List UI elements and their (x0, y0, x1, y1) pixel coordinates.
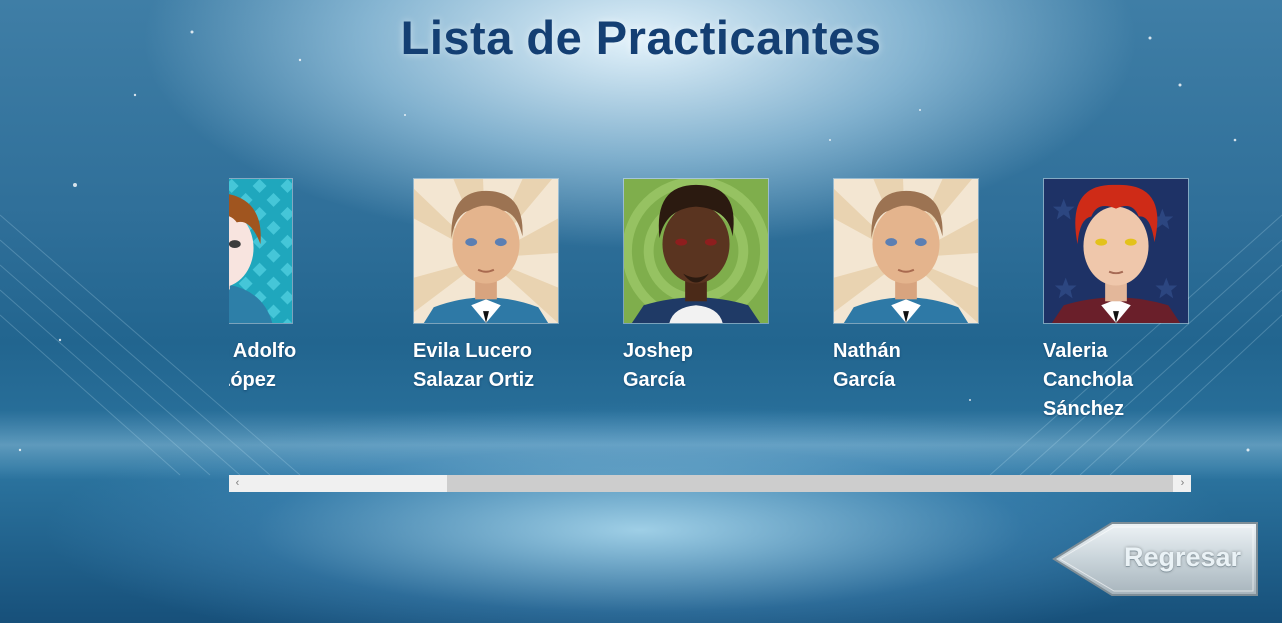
scrollbar-thumb[interactable] (447, 475, 1173, 492)
page-title: Lista de Practicantes (400, 11, 882, 64)
practitioner-last-name: Salazar Ortiz (413, 369, 535, 391)
practitioner-first-name: Eduardo Adolfo (229, 340, 297, 362)
practitioner-first-name: Evila Lucero (413, 340, 532, 362)
practitioner-card[interactable]: Valeria Canchola Sánchez (1043, 178, 1191, 424)
scroll-right-arrow-icon[interactable]: › (1174, 475, 1191, 492)
practitioner-card[interactable]: Nathán García (833, 178, 1023, 395)
practitioner-card[interactable]: Joshep García (623, 178, 813, 395)
practitioner-first-name: Joshep (623, 340, 694, 362)
practitioner-card[interactable]: Eduardo Adolfo Arroyo López (229, 178, 337, 395)
practitioner-last-name: García (833, 369, 896, 391)
horizontal-scrollbar[interactable]: ‹ › (229, 475, 1191, 492)
practitioner-last-name: Arroyo López (229, 369, 276, 391)
scroll-left-arrow-icon[interactable]: ‹ (229, 475, 246, 492)
back-button[interactable]: Regresar (1052, 522, 1259, 596)
back-button-label: Regresar (1123, 542, 1242, 572)
practitioner-first-name: Valeria (1043, 340, 1108, 362)
light-brown-hair-boy-avatar (833, 178, 979, 324)
practitioner-card[interactable]: Evila Lucero Salazar Ortiz (413, 178, 603, 395)
practitioner-last-name: García (623, 369, 686, 391)
dark-skin-boy-avatar (623, 178, 769, 324)
light-brown-hair-boy-avatar (413, 178, 559, 324)
practitioner-last-name: Canchola (1043, 369, 1134, 391)
scrollbar-track[interactable] (246, 475, 1174, 492)
practitioner-extra-name: Sánchez (1043, 398, 1125, 420)
red-hair-boy-avatar (1043, 178, 1189, 324)
practitioner-first-name: Nathán (833, 340, 901, 362)
practitioner-carousel[interactable]: Eduardo Adolfo Arroyo López (229, 178, 1191, 473)
brown-hair-boy-avatar (229, 178, 293, 324)
